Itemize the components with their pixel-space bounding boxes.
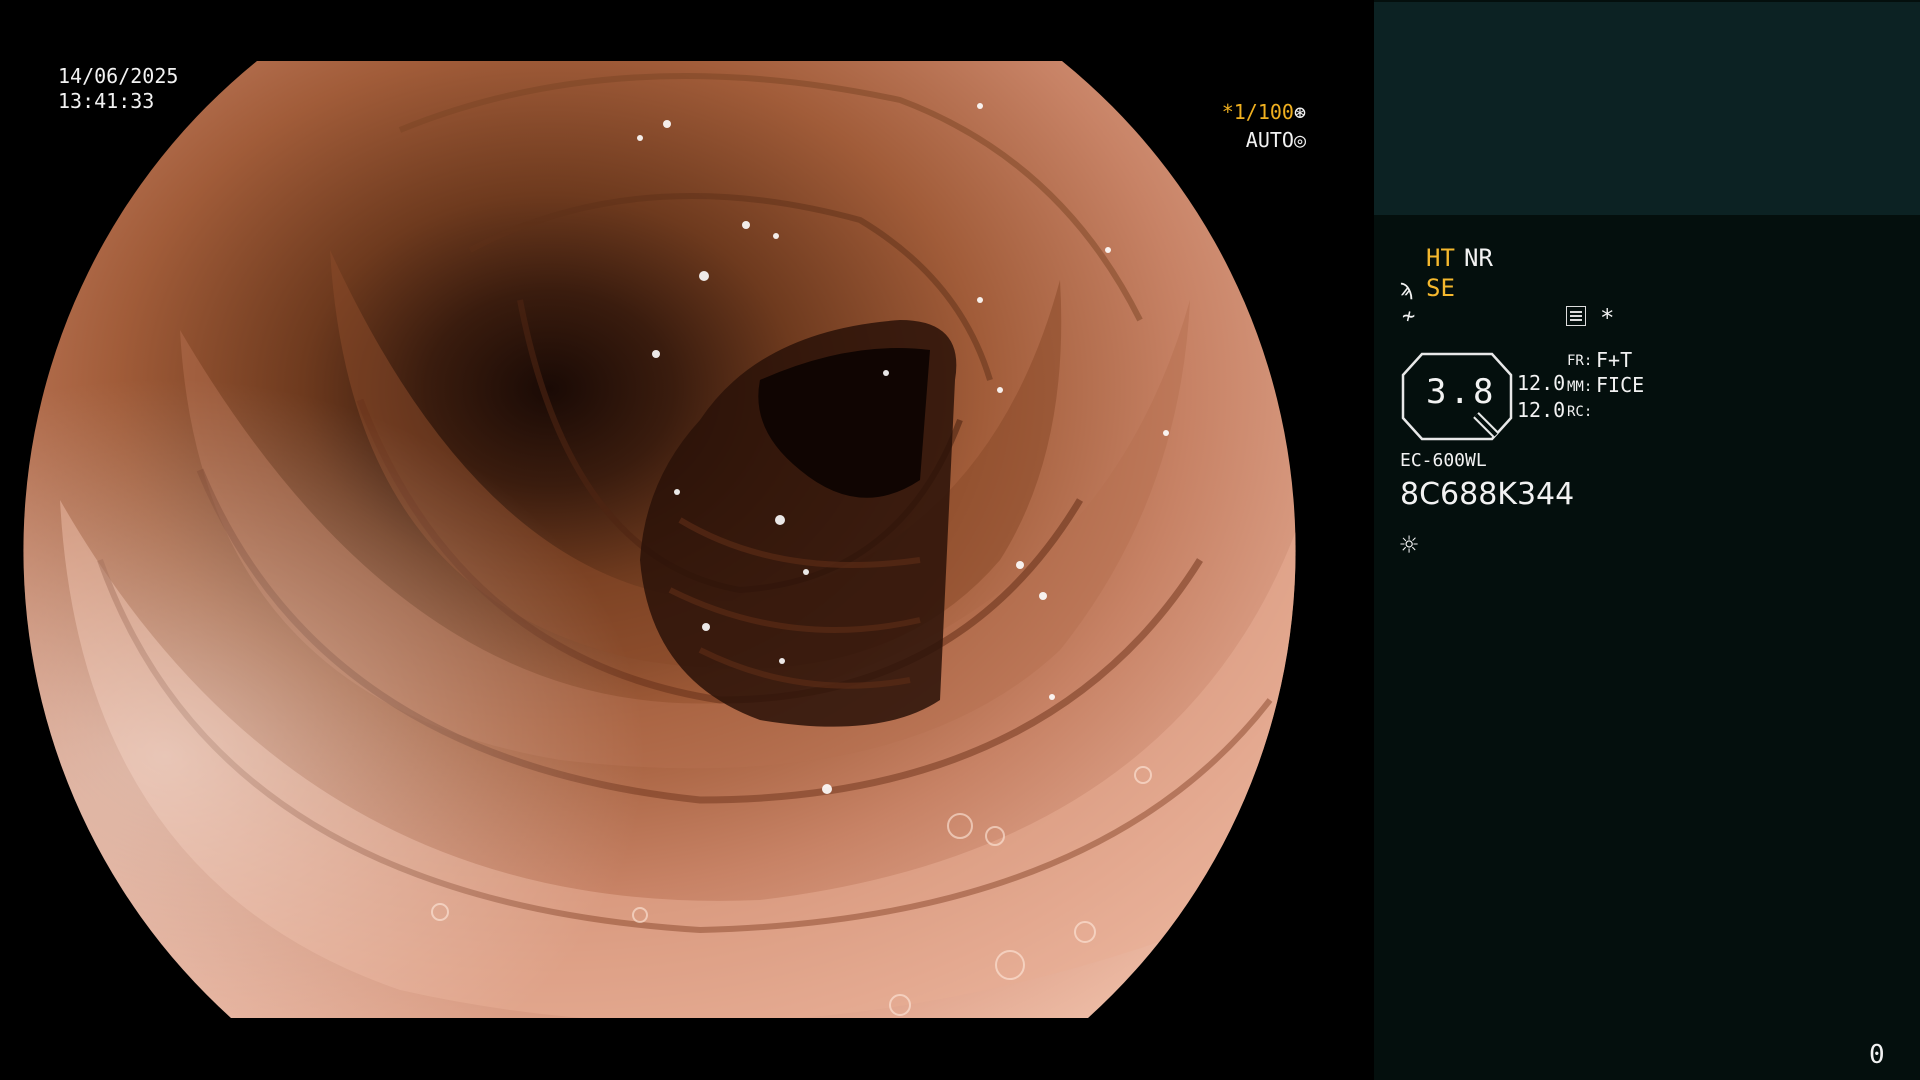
setting-value-1: 12.0 xyxy=(1517,371,1566,395)
auto-iris-label: AUTO xyxy=(1245,128,1294,152)
menu-icon xyxy=(1566,306,1586,326)
endoscopic-image xyxy=(23,61,1296,1018)
nr-indicator: NR xyxy=(1464,244,1493,272)
fr-value: F+T xyxy=(1596,348,1633,372)
rc-key: RC: xyxy=(1567,404,1593,420)
ht-indicator: HT xyxy=(1426,244,1455,272)
shutter-speed: *1/100⊛ xyxy=(1222,100,1306,124)
setting-value-2: 12.0 xyxy=(1517,398,1566,422)
se-indicator: SE xyxy=(1426,274,1455,302)
light-source-icon: ☼ xyxy=(1400,528,1419,563)
shutter-speed-label: *1/100 xyxy=(1221,100,1294,124)
zoom-value: 3.8 xyxy=(1426,372,1497,412)
star-indicator: * xyxy=(1600,304,1615,332)
auto-iris: AUTO◎ xyxy=(1246,128,1306,152)
status-panel: HT NR ϡ SE ≁ * 3.8 12.0 12.0 FR: F+T MM:… xyxy=(1374,0,1920,1080)
endoscope-video: 14/06/2025 13:41:33 *1/100⊛ AUTO◎ xyxy=(0,0,1374,1080)
panel-header-area xyxy=(1374,2,1920,215)
fr-key: FR: xyxy=(1567,353,1593,369)
structure-enhance-icon: ϡ xyxy=(1400,276,1414,301)
shutter-icon: ⊛ xyxy=(1293,100,1306,124)
frame-counter: 0 xyxy=(1869,1040,1885,1070)
date-display: 14/06/2025 xyxy=(58,64,179,88)
time-display: 13:41:33 xyxy=(58,89,155,113)
mm-value: FICE xyxy=(1596,373,1645,397)
auto-iris-icon: ◎ xyxy=(1293,128,1306,152)
scope-serial: 8C688K344 xyxy=(1400,477,1575,512)
color-enhance-icon: ≁ xyxy=(1402,304,1416,329)
scope-model: EC-600WL xyxy=(1400,450,1487,471)
mm-key: MM: xyxy=(1567,379,1593,395)
